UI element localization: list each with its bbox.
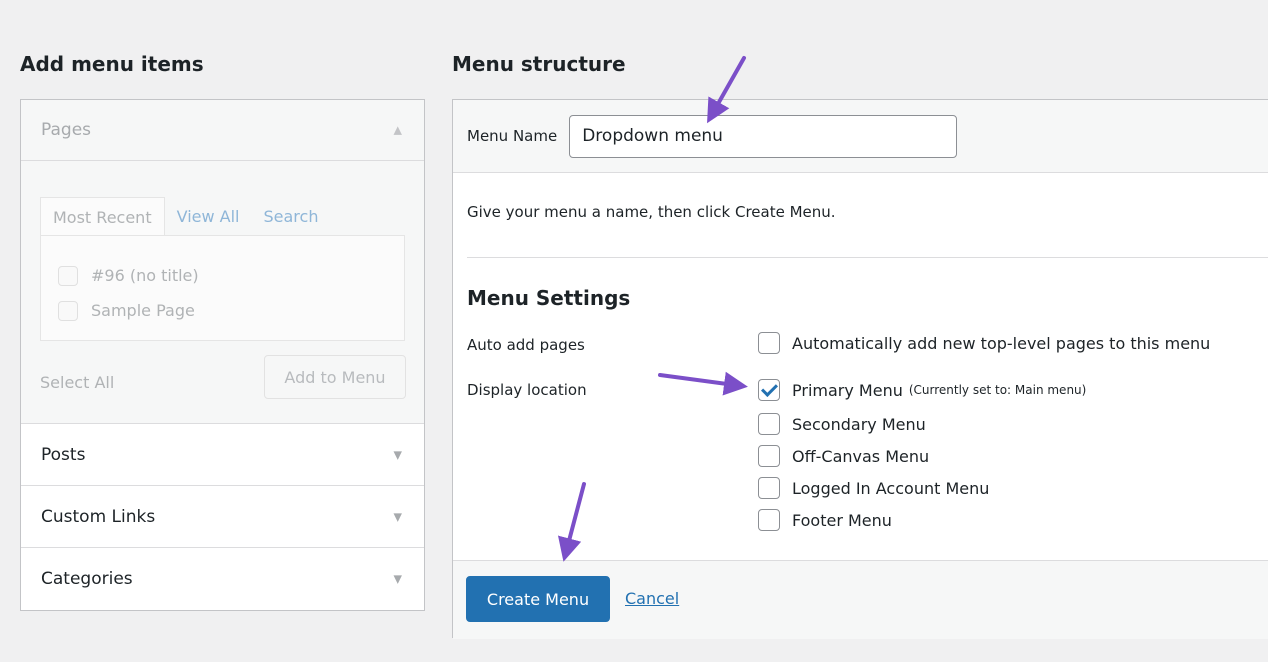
accordion-section-custom-links: Custom Links ▼	[21, 486, 424, 548]
menu-actions-footer: Create Menu Cancel	[453, 560, 1268, 639]
logged-in-account-menu-checkbox[interactable]	[758, 477, 780, 499]
display-location-label: Display location	[467, 381, 587, 399]
secondary-menu-checkbox[interactable]	[758, 413, 780, 435]
page-checkbox[interactable]	[58, 300, 78, 321]
pages-panel: Most Recent View All Search #96 (no titl…	[21, 161, 424, 423]
location-option-secondary[interactable]: Secondary Menu	[758, 413, 926, 435]
triangle-down-icon: ▼	[393, 510, 402, 523]
cancel-link[interactable]: Cancel	[625, 589, 679, 608]
menu-structure-panel: Menu Name Give your menu a name, then cl…	[452, 99, 1268, 639]
auto-add-pages-label: Auto add pages	[467, 336, 585, 354]
list-item[interactable]: #96 (no title)	[41, 258, 404, 293]
accordion-label: Custom Links	[41, 506, 156, 527]
page-label: Sample Page	[91, 301, 195, 320]
triangle-down-icon: ▼	[393, 448, 402, 461]
auto-add-option[interactable]: Automatically add new top-level pages to…	[758, 332, 1210, 354]
select-all-label[interactable]: Select All	[40, 373, 114, 392]
auto-add-option-label: Automatically add new top-level pages to…	[792, 333, 1211, 353]
accordion-label: Categories	[41, 568, 133, 589]
menu-structure-heading: Menu structure	[452, 52, 626, 76]
location-option-footer[interactable]: Footer Menu	[758, 509, 892, 531]
menu-name-input[interactable]	[569, 114, 958, 158]
accordion-header-posts[interactable]: Posts ▼	[21, 424, 424, 485]
accordion-label: Pages	[41, 120, 92, 140]
menu-name-row: Menu Name	[453, 100, 1268, 173]
menu-settings-title: Menu Settings	[467, 286, 631, 310]
pages-tabs: Most Recent View All Search	[40, 197, 330, 237]
create-menu-button[interactable]: Create Menu	[466, 576, 610, 622]
location-label: Secondary Menu	[792, 414, 926, 434]
accordion-header-categories[interactable]: Categories ▼	[21, 548, 424, 609]
location-option-primary[interactable]: Primary Menu (Currently set to: Main men…	[758, 379, 1086, 401]
tab-view-all[interactable]: View All	[165, 197, 252, 237]
triangle-up-icon: ▲	[393, 123, 402, 137]
off-canvas-menu-checkbox[interactable]	[758, 445, 780, 467]
accordion-label: Posts	[41, 444, 86, 465]
accordion-header-pages[interactable]: Pages ▲	[21, 100, 424, 161]
menu-help-text: Give your menu a name, then click Create…	[467, 203, 836, 221]
page-label: #96 (no title)	[91, 266, 199, 285]
location-label: Logged In Account Menu	[792, 478, 990, 498]
location-label: Off-Canvas Menu	[792, 446, 930, 466]
triangle-down-icon: ▼	[393, 572, 402, 585]
add-to-menu-button[interactable]: Add to Menu	[264, 355, 406, 399]
auto-add-checkbox[interactable]	[758, 332, 780, 354]
location-option-off-canvas[interactable]: Off-Canvas Menu	[758, 445, 929, 467]
location-note: (Currently set to: Main menu)	[908, 383, 1087, 397]
location-option-logged-in[interactable]: Logged In Account Menu	[758, 477, 989, 499]
accordion-header-custom-links[interactable]: Custom Links ▼	[21, 486, 424, 547]
page-checkbox[interactable]	[58, 265, 78, 286]
add-menu-items-accordion: Pages ▲ Most Recent View All Search #96 …	[20, 99, 425, 611]
tab-most-recent[interactable]: Most Recent	[40, 197, 165, 237]
menu-name-label: Menu Name	[467, 127, 558, 145]
divider	[467, 257, 1268, 258]
accordion-section-posts: Posts ▼	[21, 424, 424, 486]
primary-menu-checkbox[interactable]	[758, 379, 780, 401]
accordion-section-categories: Categories ▼	[21, 548, 424, 609]
list-item[interactable]: Sample Page	[41, 293, 404, 328]
location-label: Footer Menu	[792, 510, 892, 530]
accordion-section-pages: Pages ▲ Most Recent View All Search #96 …	[21, 100, 424, 424]
location-label: Primary Menu	[792, 380, 903, 400]
footer-menu-checkbox[interactable]	[758, 509, 780, 531]
add-menu-items-heading: Add menu items	[20, 52, 204, 76]
most-recent-pages-list: #96 (no title) Sample Page	[40, 235, 405, 341]
tab-search[interactable]: Search	[251, 197, 330, 237]
